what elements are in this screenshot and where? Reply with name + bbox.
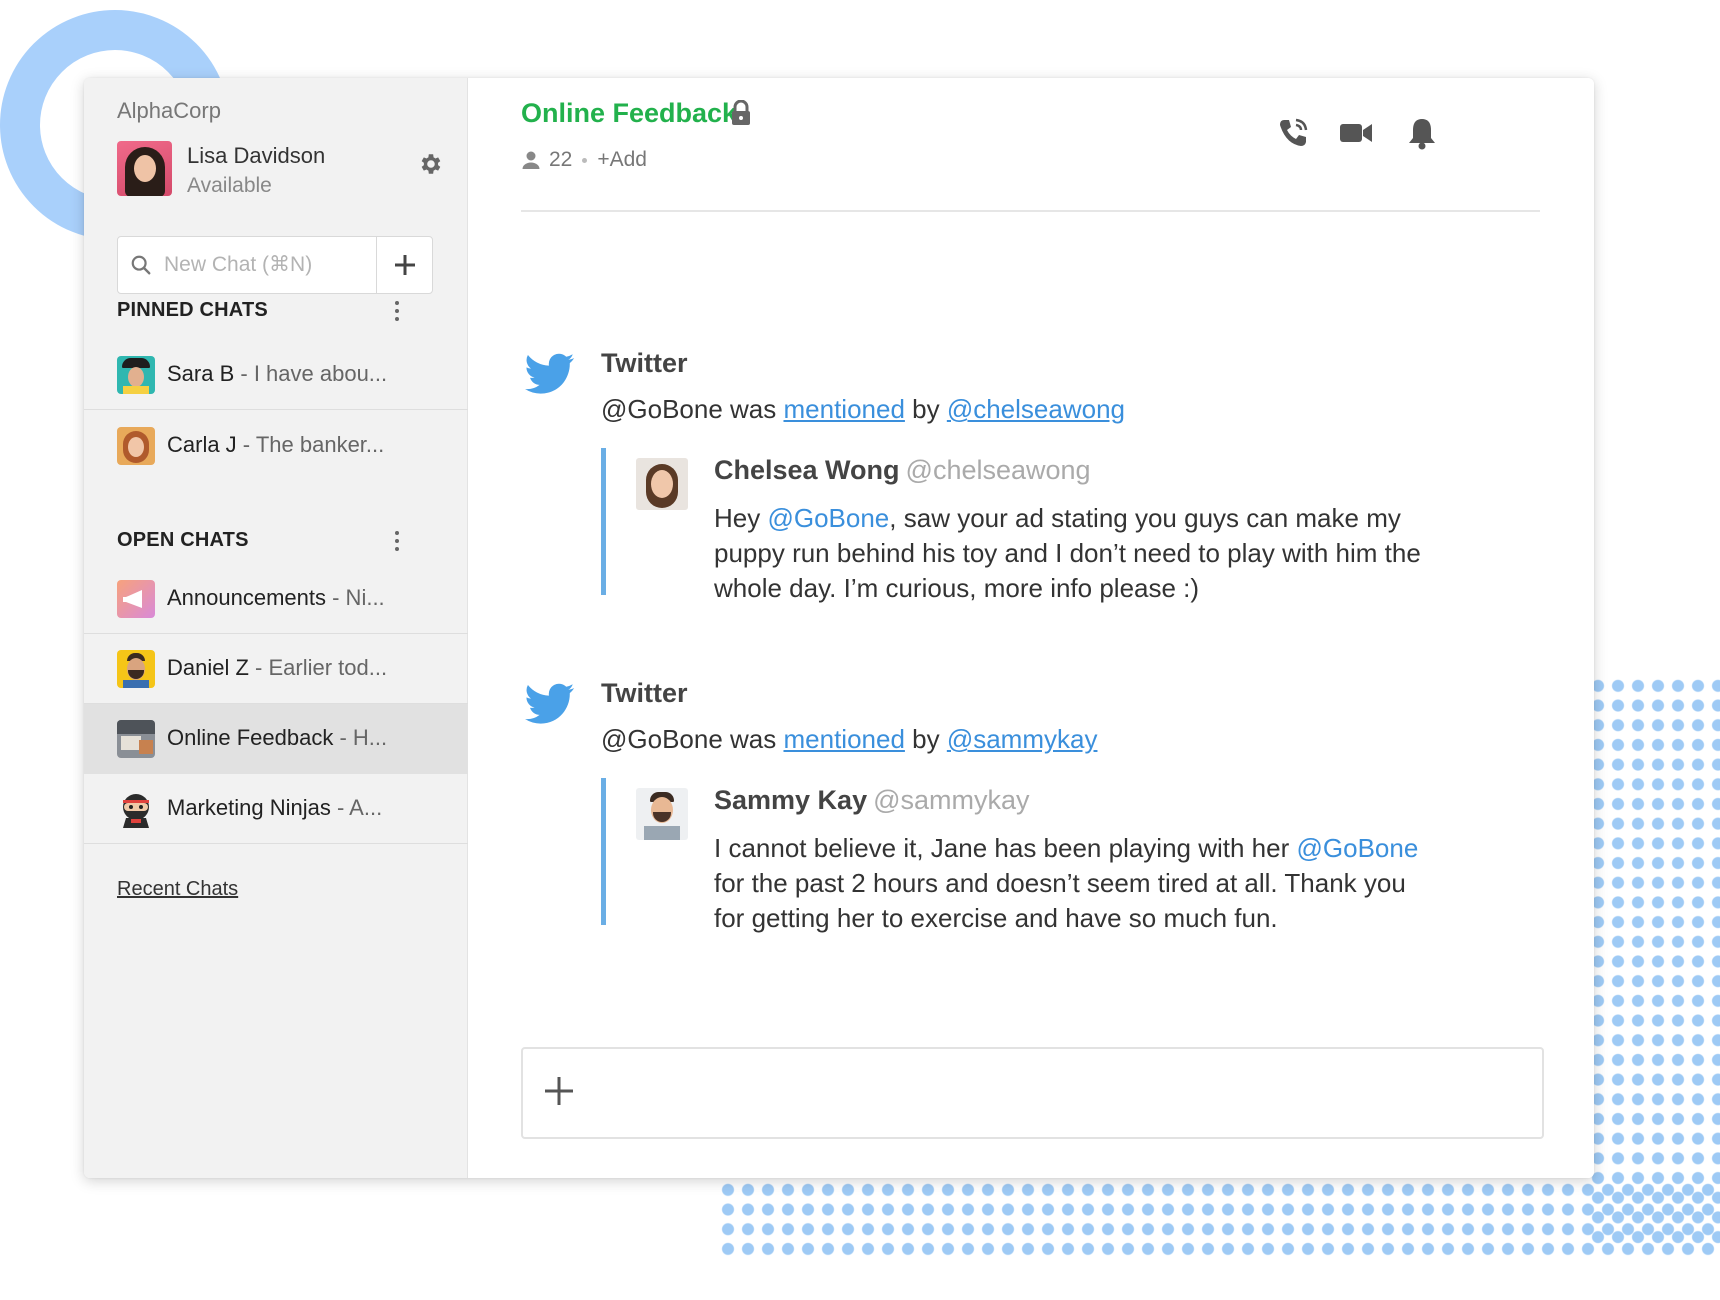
tweet-text-start: Hey [714,503,768,533]
mention-link[interactable]: @GoBone [767,503,889,533]
more-options-icon[interactable] [387,299,407,329]
chat-name: Marketing Ninjas [167,795,331,820]
ninja-icon [117,790,155,828]
notification-source: Twitter [601,678,688,708]
chat-name: Carla J [167,432,237,457]
video-camera-icon[interactable] [1338,116,1374,150]
search-field [118,237,376,293]
mention-link[interactable]: @GoBone [1297,833,1419,863]
notification-by: by [904,724,947,754]
new-chat-button[interactable] [376,237,432,293]
twitter-icon [525,353,575,394]
chat-main: Online Feedback 22 +Add Twitter @GoBone … [468,78,1594,1178]
notification-prefix: @GoBone was [601,724,784,754]
avatar [636,458,688,510]
megaphone-icon [117,580,155,618]
avatar [636,788,688,840]
chat-preview: - A... [330,795,383,820]
section-title: PINNED CHATS [117,299,268,321]
message-composer [521,1047,1544,1139]
notification-prefix: @GoBone was [601,394,784,424]
chat-preview: - Ni... [326,585,385,610]
notification-source: Twitter [601,348,688,378]
chat-item-online-feedback[interactable]: Online Feedback - H... [84,704,468,774]
user-profile[interactable]: Lisa Davidson Available [117,141,447,201]
search-icon [131,255,151,275]
lock-icon [732,100,750,125]
gear-icon[interactable] [417,151,443,177]
chat-preview: - H... [333,725,388,750]
chat-name: Daniel Z [167,655,249,680]
tweet-author: Chelsea Wong [714,455,900,485]
tweet-text: I cannot believe it, Jane has been playi… [714,831,1434,936]
chat-preview: - I have abou... [234,361,388,386]
recent-chats-link[interactable]: Recent Chats [117,878,238,901]
pinned-chats-header: PINNED CHATS [117,299,417,329]
chat-item-marketing-ninjas[interactable]: Marketing Ninjas - A... [84,774,468,844]
notification-message: Twitter @GoBone was mentioned by @sammyk… [521,678,1521,998]
separator-dot [582,157,588,163]
chat-preview: - The banker... [236,432,385,457]
quoted-tweet: Chelsea Wong @chelseawong Hey @GoBone, sa… [601,448,1481,603]
mentioned-link[interactable]: mentioned [783,394,904,424]
tweet-text-end: for the past 2 hours and doesn’t seem ti… [714,868,1406,933]
notification-by: by [904,394,947,424]
tweet-handle: @chelseawong [905,455,1091,485]
decorative-dots [1588,676,1720,1246]
more-options-icon[interactable] [387,529,407,559]
chat-item-announcements[interactable]: Announcements - Ni... [84,564,468,634]
app-window: AlphaCorp Lisa Davidson Available New Ch… [84,78,1594,1178]
message-input[interactable] [593,1063,1523,1123]
chat-preview: - Earlier tod... [248,655,388,680]
handle-link[interactable]: @chelseawong [947,394,1125,424]
plus-icon [394,255,415,275]
chat-name: Announcements [167,585,326,610]
avatar [117,141,172,196]
search-input[interactable] [164,237,364,293]
sidebar: AlphaCorp Lisa Davidson Available New Ch… [84,78,468,1178]
workspace-name: AlphaCorp [117,98,221,123]
member-icon [522,151,540,169]
message-feed: Twitter @GoBone was mentioned by @chelse… [521,348,1521,998]
add-member-button[interactable]: +Add [597,148,647,172]
stage: AlphaCorp Lisa Davidson Available New Ch… [0,0,1720,1300]
phone-icon[interactable] [1276,116,1310,150]
channel-meta: 22 +Add [521,148,647,172]
chat-item-carla-j[interactable]: Carla J - The banker... [84,411,468,481]
bell-icon[interactable] [1406,116,1438,150]
mentioned-link[interactable]: mentioned [783,724,904,754]
tweet-text-start: I cannot believe it, Jane has been playi… [714,833,1297,863]
member-count: 22 [549,148,573,171]
user-name: Lisa Davidson [187,143,326,168]
avatar [117,720,155,758]
handle-link[interactable]: @sammykay [947,724,1098,754]
notification-message: Twitter @GoBone was mentioned by @chelse… [521,348,1521,678]
avatar [117,650,155,688]
chat-item-sara-b[interactable]: Sara B - I have abou... [84,340,468,410]
notification-line: @GoBone was mentioned by @sammykay [601,724,1097,755]
chat-name: Online Feedback [167,725,334,750]
new-chat-search [117,236,433,294]
open-chats-header: OPEN CHATS [117,529,417,559]
notification-line: @GoBone was mentioned by @chelseawong [601,394,1125,425]
tweet-author: Sammy Kay [714,785,868,815]
user-status: Available [187,174,272,197]
quoted-tweet: Sammy Kay @sammykay I cannot believe it, … [601,778,1481,933]
avatar [117,356,155,394]
tweet-handle: @sammykay [873,785,1030,815]
decorative-dots [718,1180,1720,1256]
chat-item-daniel-z[interactable]: Daniel Z - Earlier tod... [84,634,468,704]
attach-plus-icon[interactable] [541,1073,577,1109]
chat-name: Sara B [167,361,235,386]
section-title: OPEN CHATS [117,529,249,551]
tweet-text: Hey @GoBone, saw your ad stating you guy… [714,501,1434,606]
twitter-icon [525,683,575,724]
avatar [117,427,155,465]
header-divider [521,210,1540,212]
channel-title: Online Feedback [521,98,738,128]
